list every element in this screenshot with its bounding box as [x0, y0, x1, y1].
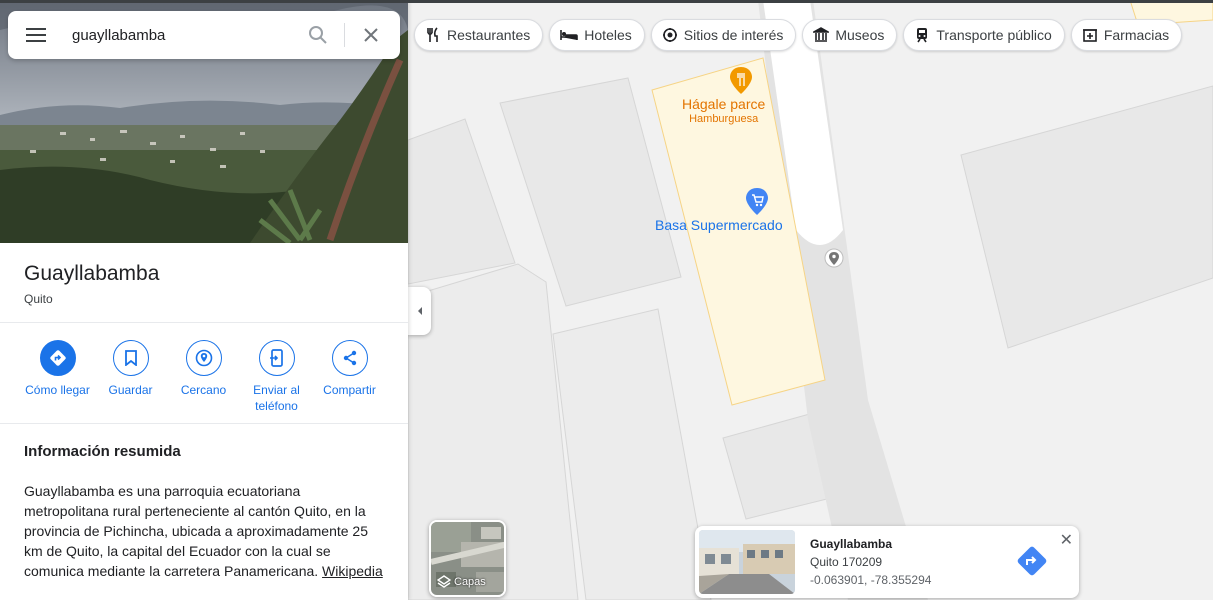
hamburger-menu-icon — [26, 28, 46, 42]
street-view-thumbnail[interactable] — [699, 530, 795, 594]
category-chips: Restaurantes Hoteles Sitios de interés M… — [414, 19, 1183, 51]
send-label: Enviar al teléfono — [253, 383, 300, 413]
clear-search-button[interactable] — [351, 27, 391, 43]
close-icon: ✕ — [1059, 532, 1073, 549]
share-circle — [331, 340, 368, 376]
restaurant-category: Hamburguesa — [689, 113, 759, 125]
nearby-icon — [195, 349, 212, 367]
share-icon — [343, 350, 356, 366]
chip-hoteles[interactable]: Hoteles — [549, 19, 645, 51]
chip-sitios[interactable]: Sitios de interés — [650, 19, 797, 51]
save-label: Guardar — [108, 383, 153, 397]
fork-knife-icon — [427, 27, 438, 42]
layers-button[interactable]: Capas — [429, 520, 506, 597]
action-bar: Cómo llegar Guardar Cercano Enviar al te… — [21, 340, 386, 414]
card-postal: Quito 170209 — [810, 555, 883, 569]
top-border — [0, 0, 1213, 3]
dropped-pin[interactable] — [824, 248, 844, 268]
share-label: Compartir — [323, 383, 376, 397]
close-icon — [364, 28, 378, 42]
bed-icon — [560, 30, 579, 40]
card-coordinates: -0.063901, -78.355294 — [810, 573, 932, 587]
save-button[interactable]: Guardar — [94, 340, 167, 414]
chip-restaurantes[interactable]: Restaurantes — [414, 19, 544, 51]
directions-button[interactable]: Cómo llegar — [21, 340, 94, 414]
menu-button[interactable] — [8, 11, 64, 59]
search-box — [8, 11, 400, 59]
layers-icon — [437, 575, 451, 588]
divider — [0, 322, 408, 323]
camera-icon — [662, 28, 677, 42]
send-circle — [258, 340, 295, 376]
collapse-panel-button[interactable] — [408, 287, 431, 335]
train-icon — [917, 28, 928, 43]
pharmacy-icon — [1082, 29, 1097, 42]
map-base — [408, 0, 1213, 600]
place-subtitle: Quito — [24, 292, 53, 306]
directions-label: Cómo llegar — [25, 383, 90, 397]
wikipedia-link[interactable]: Wikipedia — [322, 563, 383, 579]
phone-icon — [269, 349, 283, 367]
search-divider — [344, 23, 345, 47]
place-panel: Guayllabamba Quito Cómo llegar Guardar C… — [0, 0, 408, 600]
share-button[interactable]: Compartir — [313, 340, 386, 414]
chip-label: Hoteles — [584, 27, 632, 43]
chip-label: Farmacias — [1103, 27, 1170, 43]
card-directions-button[interactable] — [1017, 546, 1047, 581]
directions-icon — [49, 350, 66, 366]
bookmark-icon — [124, 350, 137, 366]
chip-transporte[interactable]: Transporte público — [903, 19, 1065, 51]
divider — [0, 423, 408, 424]
chip-label: Transporte público — [936, 27, 1052, 43]
summary-heading: Información resumida — [24, 443, 181, 460]
layers-text: Capas — [454, 576, 486, 588]
nearby-label: Cercano — [180, 383, 227, 397]
chip-label: Museos — [835, 27, 885, 43]
map-canvas[interactable]: Hágale parce Hamburguesa Basa Supermerca… — [408, 0, 1213, 600]
place-title: Guayllabamba — [24, 262, 160, 285]
card-title: Guayllabamba — [810, 537, 893, 551]
restaurant-label[interactable]: Hágale parce Hamburguesa — [682, 96, 765, 125]
museum-icon — [813, 27, 830, 42]
search-icon — [309, 26, 327, 44]
search-input[interactable] — [72, 26, 298, 44]
chip-label: Sitios de interés — [683, 27, 784, 43]
directions-circle — [39, 340, 76, 376]
supermarket-label[interactable]: Basa Supermercado — [655, 217, 783, 233]
chip-farmacias[interactable]: Farmacias — [1070, 19, 1183, 51]
chip-museos[interactable]: Museos — [802, 19, 898, 51]
nearby-button[interactable]: Cercano — [167, 340, 240, 414]
directions-icon — [1017, 546, 1047, 576]
summary-paragraph: Guayllabamba es una parroquia ecuatorian… — [24, 483, 368, 579]
caret-left-icon — [417, 307, 422, 315]
layers-label: Capas — [437, 575, 486, 589]
nearby-circle — [185, 340, 222, 376]
chip-label: Restaurantes — [447, 27, 531, 43]
send-to-phone-button[interactable]: Enviar al teléfono — [240, 340, 313, 414]
place-preview-card[interactable]: Guayllabamba Quito 170209 -0.063901, -78… — [695, 526, 1079, 598]
restaurant-name: Hágale parce — [682, 96, 766, 112]
summary-text: Guayllabamba es una parroquia ecuatorian… — [24, 481, 384, 581]
save-circle — [112, 340, 149, 376]
card-close-button[interactable]: ✕ — [1060, 530, 1073, 550]
search-button[interactable] — [298, 25, 338, 45]
